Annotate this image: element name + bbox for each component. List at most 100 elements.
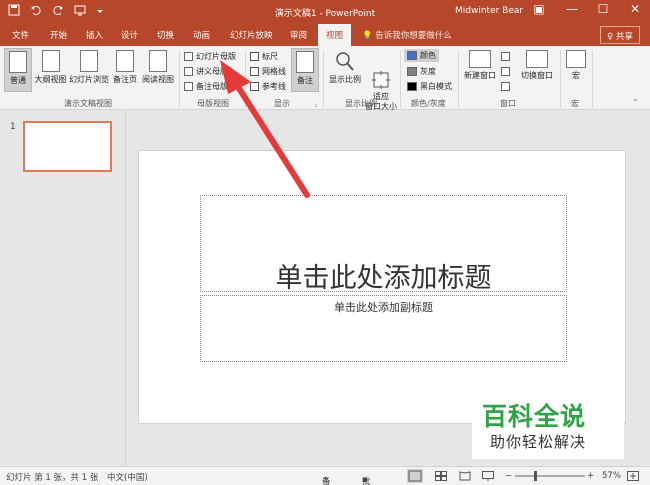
group-label-master-views: 母版视图 (197, 99, 229, 108)
tab-transitions[interactable]: 切换 (157, 29, 174, 41)
tab-slideshow[interactable]: 幻灯片放映 (230, 29, 273, 41)
color-option[interactable]: 颜色 (404, 49, 439, 62)
new-window-label: 新建窗口 (464, 71, 496, 80)
reading-view-button[interactable]: 阅读视图 (140, 48, 176, 92)
switch-window-icon (526, 50, 548, 68)
user-name[interactable]: Midwinter Bear (455, 6, 523, 16)
color-label: 颜色 (420, 51, 436, 60)
normal-view-status-icon[interactable] (407, 469, 423, 483)
slideshow-status-icon[interactable] (482, 471, 494, 484)
outline-view-label: 大纲视图 (34, 75, 67, 84)
tell-me-text: 告诉我你想要做什么 (375, 31, 452, 41)
watermark-line2: 助你轻松解决 (490, 433, 587, 451)
notes-page-icon (116, 50, 134, 72)
move-split-icon[interactable] (501, 80, 510, 93)
subtitle-placeholder[interactable]: 单击此处添加副标题 (200, 295, 567, 362)
group-separator (560, 50, 561, 108)
notes-master-icon (184, 82, 193, 91)
handout-master-icon (184, 67, 193, 76)
slide-thumbnail-panel: 1 (0, 111, 126, 466)
status-bar: 幻灯片 第 1 张，共 1 张 中文(中国) ≐ 备注 ▪ 批注 − + 57% (0, 466, 650, 485)
notes-page-label: 备注页 (113, 75, 137, 84)
slide-sorter-icon (80, 50, 98, 72)
zoom-button[interactable]: 显示比例 (327, 48, 363, 92)
ribbon-display-options-icon[interactable]: ▣ (528, 2, 550, 16)
slide-sorter-status-icon[interactable] (435, 471, 447, 484)
slide-sorter-button[interactable]: 幻灯片浏览 (68, 48, 110, 92)
zoom-label: 显示比例 (329, 75, 361, 84)
notes-master-button[interactable]: 备注母版 (184, 80, 228, 93)
reading-view-status-icon[interactable] (459, 471, 471, 484)
macros-label: 宏 (572, 71, 580, 80)
title-placeholder-text: 单击此处添加标题 (275, 263, 492, 294)
black-white-label: 黑白模式 (420, 82, 452, 91)
handout-master-button[interactable]: 讲义母版 (184, 65, 228, 78)
outline-view-button[interactable]: 大纲视图 (33, 48, 68, 92)
slide-master-label: 幻灯片母版 (196, 52, 236, 61)
zoom-percent[interactable]: 57% (602, 471, 621, 481)
zoom-in-icon[interactable]: + (587, 471, 594, 481)
ruler-label: 标尺 (262, 52, 278, 61)
tab-home[interactable]: 开始 (50, 29, 67, 41)
slide-sorter-label: 幻灯片浏览 (69, 75, 109, 84)
new-window-button[interactable]: 新建窗口 (462, 48, 498, 92)
fit-slide-icon[interactable] (627, 471, 639, 484)
group-label-presentation-views: 演示文稿视图 (64, 99, 112, 108)
gridlines-checkbox-box (250, 67, 259, 76)
person-icon: ♀ (607, 32, 614, 42)
guides-checkbox-box (250, 82, 259, 91)
notes-button[interactable]: 备注 (291, 48, 319, 92)
outline-view-icon (41, 50, 60, 72)
slide-canvas[interactable]: 单击此处添加标题 单击此处添加副标题 (138, 150, 626, 424)
tell-me-search[interactable]: 💡 告诉我你想要做什么 (362, 29, 452, 41)
zoom-slider[interactable] (515, 475, 585, 477)
arrange-all-icon[interactable] (501, 50, 510, 63)
fit-to-window-button[interactable]: 适应 窗口大小 (365, 48, 397, 111)
tab-file[interactable]: 文件 (12, 29, 29, 41)
group-label-macros: 宏 (571, 99, 579, 108)
slide-thumbnail[interactable] (23, 121, 112, 172)
tab-design[interactable]: 设计 (121, 29, 138, 41)
zoom-slider-thumb[interactable] (534, 471, 537, 481)
slide-master-button[interactable]: 幻灯片母版 (184, 50, 236, 63)
share-button[interactable]: ♀ 共享 (600, 26, 640, 44)
tab-animations[interactable]: 动画 (193, 29, 210, 41)
group-label-zoom: 显示比例 (345, 99, 377, 108)
zoom-out-icon[interactable]: − (505, 471, 512, 481)
guides-label: 参考线 (262, 82, 286, 91)
show-dialog-launcher-icon[interactable]: ⌟ (314, 97, 317, 110)
comments-toggle-label: 批注 (362, 477, 371, 485)
slide-number: 1 (10, 122, 16, 132)
group-separator (179, 50, 180, 108)
guides-checkbox[interactable]: 参考线 (250, 80, 286, 93)
switch-window-button[interactable]: 切换窗口 (517, 48, 557, 92)
collapse-ribbon-icon[interactable]: ⌃ (632, 96, 639, 109)
minimize-icon[interactable]: — (561, 2, 583, 16)
slide-count-text: 幻灯片 第 1 张，共 1 张 (6, 473, 99, 483)
grayscale-option[interactable]: 灰度 (407, 65, 436, 78)
macros-button[interactable]: 宏 (563, 48, 589, 92)
title-placeholder[interactable]: 单击此处添加标题 (200, 195, 567, 294)
fit-window-icon (371, 60, 391, 89)
notes-label: 备注 (297, 76, 313, 85)
notes-icon (296, 51, 314, 73)
tab-view[interactable]: 视图 (318, 24, 352, 46)
ruler-checkbox[interactable]: 标尺 (250, 50, 278, 63)
gridlines-checkbox[interactable]: 网格线 (250, 65, 286, 78)
language-text[interactable]: 中文(中国) (107, 471, 148, 483)
notes-toggle-label: 备注 (322, 477, 331, 485)
group-separator (592, 50, 593, 108)
watermark: 百科全说 助你轻松解决 (472, 397, 624, 459)
tab-insert[interactable]: 插入 (86, 29, 103, 41)
cascade-icon[interactable] (501, 65, 510, 78)
notes-page-button[interactable]: 备注页 (111, 48, 139, 92)
black-white-option[interactable]: 黑白模式 (407, 80, 452, 93)
close-icon[interactable]: ✕ (624, 2, 646, 16)
notes-master-label: 备注母版 (196, 82, 228, 91)
group-separator (400, 50, 401, 108)
reading-view-icon (149, 50, 167, 72)
ribbon-tabs: 文件 开始 插入 设计 切换 动画 幻灯片放映 审阅 视图 💡 告诉我你想要做什… (0, 24, 650, 46)
maximize-icon[interactable]: ☐ (592, 2, 614, 16)
tab-review[interactable]: 审阅 (290, 29, 307, 41)
normal-view-button[interactable]: 普通 (4, 48, 32, 92)
